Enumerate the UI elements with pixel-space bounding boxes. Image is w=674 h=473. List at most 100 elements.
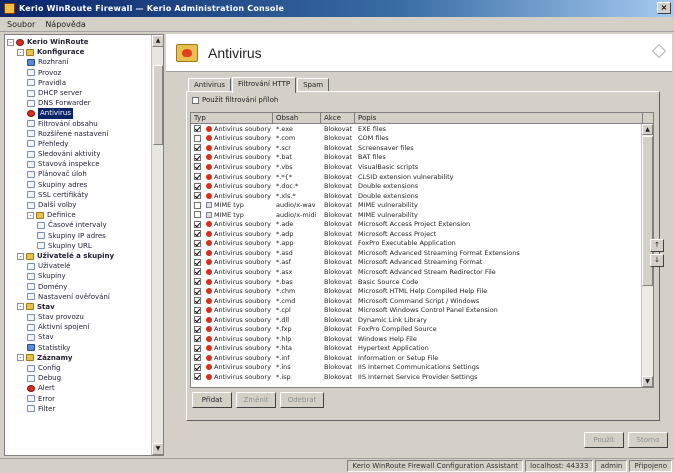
filter-option[interactable]: Použít filtrování příloh bbox=[192, 96, 278, 104]
row-checkbox[interactable] bbox=[194, 249, 201, 257]
tree-item[interactable]: Časové intervaly bbox=[7, 220, 163, 230]
tab-spam[interactable]: Spam bbox=[297, 78, 330, 92]
table-row[interactable]: Antivirus soubory *.chm Blokovat Microsoft … bbox=[191, 286, 643, 296]
row-checkbox[interactable] bbox=[194, 325, 201, 333]
table-row[interactable]: Antivirus soubory *.doc.* Blokovat Double e… bbox=[191, 181, 643, 191]
table-row[interactable]: Antivirus soubory *.cmd Blokovat Microsoft … bbox=[191, 296, 643, 306]
table-row[interactable]: Antivirus soubory *.com Blokovat COM files bbox=[191, 134, 643, 144]
tree-item[interactable]: Config bbox=[7, 363, 163, 373]
table-row[interactable]: Antivirus soubory *.exe Blokovat EXE files bbox=[191, 124, 643, 134]
row-checkbox[interactable] bbox=[194, 373, 201, 381]
menu-soubor[interactable]: Soubor bbox=[2, 20, 40, 29]
tree-item[interactable]: Rozhraní bbox=[7, 57, 163, 67]
scroll-down-icon[interactable]: ▼ bbox=[642, 376, 653, 387]
apply-button[interactable]: Použít bbox=[584, 432, 624, 448]
move-down-button[interactable]: ↓ bbox=[650, 254, 664, 267]
filter-checkbox[interactable] bbox=[192, 96, 199, 104]
row-checkbox[interactable] bbox=[194, 297, 201, 305]
row-checkbox[interactable] bbox=[194, 201, 201, 209]
row-checkbox[interactable] bbox=[194, 144, 201, 152]
table-row[interactable]: Antivirus soubory *.cpl Blokovat Microsoft … bbox=[191, 305, 643, 315]
tree-item[interactable]: Statistiky bbox=[7, 343, 163, 353]
row-checkbox[interactable] bbox=[194, 344, 201, 352]
tree-item[interactable]: Stav provozu bbox=[7, 312, 163, 322]
table-row[interactable]: Antivirus soubory *.inf Blokovat Informatio… bbox=[191, 353, 643, 363]
tree-item[interactable]: - Záznamy bbox=[7, 353, 163, 363]
tree-item[interactable]: Skupiny URL bbox=[7, 241, 163, 251]
edit-button[interactable]: Změnit bbox=[236, 392, 276, 408]
tree-item[interactable]: Stav bbox=[7, 332, 163, 342]
row-checkbox[interactable] bbox=[194, 258, 201, 266]
table-row[interactable]: Antivirus soubory *.isp Blokovat IIS Intern… bbox=[191, 372, 643, 382]
scroll-thumb[interactable] bbox=[153, 65, 163, 145]
tree-item[interactable]: Plánovač úloh bbox=[7, 169, 163, 179]
add-button[interactable]: Přidat bbox=[192, 392, 232, 408]
row-checkbox[interactable] bbox=[194, 182, 201, 190]
table-row[interactable]: Antivirus soubory *.bas Blokovat Basic Sour… bbox=[191, 277, 643, 287]
row-checkbox[interactable] bbox=[194, 316, 201, 324]
row-checkbox[interactable] bbox=[194, 287, 201, 295]
tree-item[interactable]: Sledování aktivity bbox=[7, 149, 163, 159]
table-row[interactable]: Antivirus soubory *.vbs Blokovat VisualBasi… bbox=[191, 162, 643, 172]
tab-antivirus[interactable]: Antivirus bbox=[188, 78, 231, 92]
scroll-up-icon[interactable]: ▲ bbox=[642, 124, 653, 135]
menu-napoveda[interactable]: Nápověda bbox=[40, 20, 91, 29]
tree-scrollbar[interactable]: ▲ ▼ bbox=[151, 35, 163, 455]
tree-item[interactable]: DNS Forwarder bbox=[7, 98, 163, 108]
tree-item[interactable]: Aktivní spojení bbox=[7, 322, 163, 332]
tree-item[interactable]: Debug bbox=[7, 373, 163, 383]
tree-item[interactable]: Stavová inspekce bbox=[7, 159, 163, 169]
table-row[interactable]: Antivirus soubory *.scr Blokovat Screensave… bbox=[191, 143, 643, 153]
tree-item[interactable]: Filtrování obsahu bbox=[7, 119, 163, 129]
tree-item[interactable]: Další volby bbox=[7, 200, 163, 210]
table-row[interactable]: Antivirus soubory *.asf Blokovat Microsoft … bbox=[191, 258, 643, 268]
column-header-description[interactable]: Popis bbox=[355, 113, 643, 123]
tree-item[interactable]: Skupiny bbox=[7, 271, 163, 281]
tree-item[interactable]: Přehledy bbox=[7, 139, 163, 149]
expander-icon[interactable]: - bbox=[17, 48, 24, 56]
row-checkbox[interactable] bbox=[194, 278, 201, 286]
row-checkbox[interactable] bbox=[194, 239, 201, 247]
column-header-action[interactable]: Akce bbox=[321, 113, 355, 123]
tree-item[interactable]: DHCP server bbox=[7, 88, 163, 98]
row-checkbox[interactable] bbox=[194, 220, 201, 228]
table-row[interactable]: Antivirus soubory *.fxp Blokovat FoxPro Com… bbox=[191, 324, 643, 334]
row-checkbox[interactable] bbox=[194, 125, 201, 133]
table-row[interactable]: Antivirus soubory *.asx Blokovat Microsoft … bbox=[191, 267, 643, 277]
navigation-tree[interactable]: - Kerio WinRoute - Konfigurace Rozhraní Provo… bbox=[4, 34, 164, 456]
remove-button[interactable]: Odebrat bbox=[280, 392, 324, 408]
tree-item[interactable]: Alert bbox=[7, 383, 163, 393]
table-row[interactable]: MIME typ audio/x-wav Blokovat MIME vulnerab… bbox=[191, 200, 643, 210]
table-row[interactable]: Antivirus soubory *.hta Blokovat Hypertext … bbox=[191, 344, 643, 354]
table-row[interactable]: Antivirus soubory *.app Blokovat FoxPro Exe… bbox=[191, 239, 643, 249]
row-checkbox[interactable] bbox=[194, 211, 201, 219]
table-row[interactable]: Antivirus soubory *.bat Blokovat BAT files bbox=[191, 153, 643, 163]
tree-item[interactable]: Error bbox=[7, 394, 163, 404]
row-checkbox[interactable] bbox=[194, 268, 201, 276]
tree-item[interactable]: - Kerio WinRoute bbox=[7, 37, 163, 47]
expander-icon[interactable]: - bbox=[17, 303, 24, 311]
row-checkbox[interactable] bbox=[194, 163, 201, 171]
expander-icon[interactable]: - bbox=[17, 354, 24, 362]
scroll-down-icon[interactable]: ▼ bbox=[152, 443, 163, 455]
table-row[interactable]: Antivirus soubory *.dll Blokovat Dynamic Li… bbox=[191, 315, 643, 325]
row-checkbox[interactable] bbox=[194, 306, 201, 314]
tree-item[interactable]: Filter bbox=[7, 404, 163, 414]
tree-item[interactable]: - Konfigurace bbox=[7, 47, 163, 57]
row-checkbox[interactable] bbox=[194, 173, 201, 180]
expander-icon[interactable]: - bbox=[7, 38, 14, 46]
tree-item[interactable]: Nastavení ověřování bbox=[7, 292, 163, 302]
tree-item[interactable]: - Definice bbox=[7, 210, 163, 220]
row-checkbox[interactable] bbox=[194, 354, 201, 362]
tree-item[interactable]: Antivirus bbox=[7, 108, 163, 119]
expander-icon[interactable]: - bbox=[27, 211, 34, 219]
table-row[interactable]: MIME typ audio/x-midi Blokovat MIME vulnera… bbox=[191, 210, 643, 220]
tree-item[interactable]: Domény bbox=[7, 282, 163, 292]
table-row[interactable]: Antivirus soubory *.adp Blokovat Microsoft … bbox=[191, 229, 643, 239]
column-header-type[interactable]: Typ bbox=[191, 113, 273, 123]
tree-item[interactable]: - Stav bbox=[7, 302, 163, 312]
tree-item[interactable]: Rozšířené nastavení bbox=[7, 129, 163, 139]
scroll-up-icon[interactable]: ▲ bbox=[152, 35, 163, 47]
tree-item[interactable]: Skupiny IP adres bbox=[7, 231, 163, 241]
column-header-content[interactable]: Obsah bbox=[273, 113, 321, 123]
